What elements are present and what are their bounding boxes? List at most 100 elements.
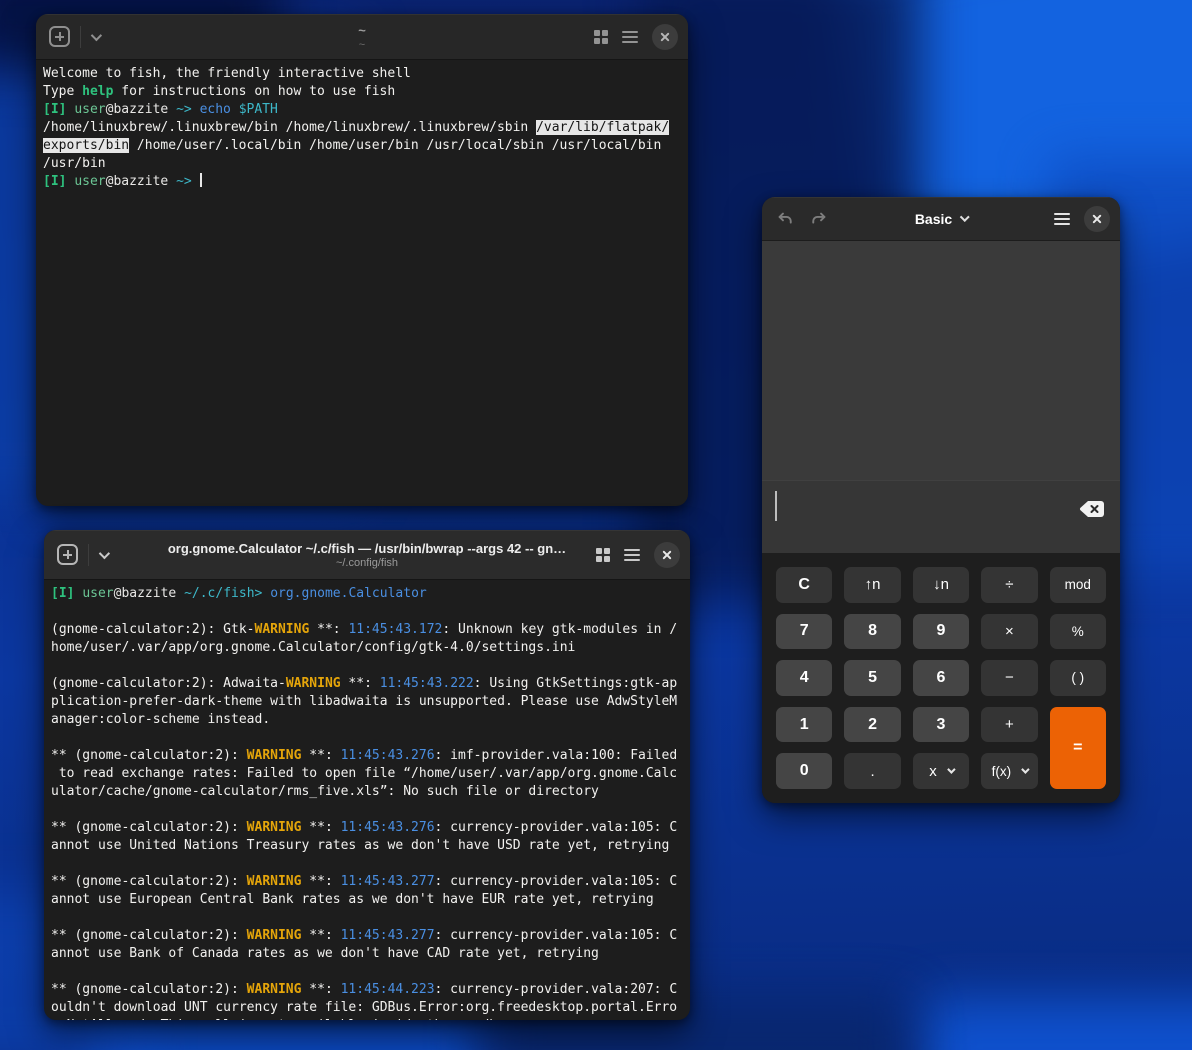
terminal-text-segment: 11:45:43.277: [341, 874, 435, 889]
key-label: 6: [937, 669, 946, 687]
button-multiply[interactable]: ×: [981, 614, 1037, 650]
menu-icon[interactable]: [1054, 213, 1070, 225]
header-separator: [88, 544, 89, 566]
key-label: 3: [937, 716, 946, 734]
terminal-text-segment: ~>: [176, 102, 192, 117]
key-label: ( ): [1071, 670, 1084, 685]
terminal-text-segment: WARNING: [247, 874, 302, 889]
mode-selector[interactable]: Basic: [915, 211, 967, 227]
backspace-icon[interactable]: [1079, 500, 1105, 518]
terminal-text-segment: : currency-provider.vala:105: C: [435, 928, 678, 943]
terminal-line: r NotAllowed: This call is not available…: [51, 1017, 684, 1020]
terminal-line: ** (gnome-calculator:2): WARNING **: 11:…: [51, 981, 684, 999]
terminal-text-segment: **:: [341, 676, 380, 691]
terminal-line: /home/linuxbrew/.linuxbrew/bin /home/lin…: [43, 119, 682, 137]
terminal-line: exports/bin /home/user/.local/bin /home/…: [43, 137, 682, 155]
close-button[interactable]: [652, 24, 678, 50]
terminal-text-segment: /home/linuxbrew/.linuxbrew/bin /home/lin…: [43, 120, 536, 135]
terminal-text-segment: /home/user/.local/bin /home/user/bin /us…: [129, 138, 661, 153]
calculator-entry[interactable]: [762, 480, 1120, 553]
button-subtract[interactable]: −: [981, 660, 1037, 696]
terminal-text-segment: : imf-provider.vala:100: Failed: [435, 748, 678, 763]
terminal-text-segment: ouldn't download UNT currency rate file:…: [51, 1000, 677, 1015]
button-divide[interactable]: ÷: [981, 567, 1037, 603]
button-8[interactable]: 8: [844, 614, 900, 650]
terminal-text-segment: : currency-provider.vala:105: C: [435, 874, 678, 889]
menu-icon[interactable]: [622, 31, 638, 43]
terminal-text-segment: [262, 586, 270, 601]
terminal-text-segment: WARNING: [247, 748, 302, 763]
button-1[interactable]: 1: [776, 707, 832, 743]
button-add[interactable]: +: [981, 707, 1037, 743]
chevron-down-icon[interactable]: [91, 29, 102, 40]
button-subscript[interactable]: ↓n: [913, 567, 969, 603]
button-equals[interactable]: =: [1050, 707, 1106, 789]
calculator-window: Basic C ↑n ↓n ÷ mod 789 ×% 45 6 − ( ) 12 3 + = 0. x f(x): [762, 197, 1120, 803]
terminal-text-segment: echo: [200, 102, 231, 117]
key-label: ↑n: [865, 576, 881, 593]
terminal-text-segment: $PATH: [239, 102, 278, 117]
button-3[interactable]: 3: [913, 707, 969, 743]
button-variable-x[interactable]: x: [913, 753, 969, 789]
terminal-line: annot use United Nations Treasury rates …: [51, 837, 684, 855]
terminal-text-segment: ** (gnome-calculator:2):: [51, 982, 247, 997]
button-function-fx[interactable]: f(x): [981, 753, 1037, 789]
terminal-bottom-screen[interactable]: [I] user@bazzite ~/.c/fish> org.gnome.Ca…: [44, 580, 690, 1020]
terminal-text-segment: **:: [301, 928, 340, 943]
chevron-down-icon[interactable]: [99, 547, 110, 558]
text-cursor: [775, 491, 777, 521]
menu-icon[interactable]: [624, 549, 640, 561]
terminal-text-segment: Welcome to fish, the friendly interactiv…: [43, 66, 411, 81]
terminal-line: (gnome-calculator:2): Gtk-WARNING **: 11…: [51, 621, 684, 639]
key-label: ↓n: [933, 576, 949, 593]
button-9[interactable]: 9: [913, 614, 969, 650]
close-button[interactable]: [1084, 206, 1110, 232]
terminal-text-segment: user: [74, 102, 105, 117]
terminal-text-segment: for instructions on how to use fish: [113, 84, 395, 99]
calculator-headerbar[interactable]: Basic: [762, 197, 1120, 241]
terminal-text-segment: : Unknown key gtk-modules in /: [442, 622, 677, 637]
terminal-text-segment: ** (gnome-calculator:2):: [51, 748, 247, 763]
button-2[interactable]: 2: [844, 707, 900, 743]
terminal-text-segment: **:: [309, 622, 348, 637]
terminal-line: anager:color-scheme instead.: [51, 711, 684, 729]
terminal-line: home/user/.var/app/org.gnome.Calculator/…: [51, 639, 684, 657]
close-button[interactable]: [654, 542, 680, 568]
terminal-top-screen[interactable]: Welcome to fish, the friendly interactiv…: [36, 60, 688, 191]
new-tab-button[interactable]: [49, 26, 70, 47]
button-percent[interactable]: %: [1050, 614, 1106, 650]
terminal-text-segment: [231, 102, 239, 117]
redo-icon[interactable]: [810, 210, 828, 228]
terminal-line: to read exchange rates: Failed to open f…: [51, 765, 684, 783]
terminal-top-headerbar[interactable]: ~ ~: [36, 14, 688, 60]
terminal-text-segment: r NotAllowed: This call is not available…: [51, 1018, 513, 1020]
terminal-line: [51, 657, 684, 675]
undo-icon[interactable]: [776, 210, 794, 228]
terminal-text-segment: **:: [301, 820, 340, 835]
terminal-text-segment: **:: [301, 874, 340, 889]
button-5[interactable]: 5: [844, 660, 900, 696]
button-4[interactable]: 4: [776, 660, 832, 696]
tab-overview-icon[interactable]: [594, 30, 608, 44]
button-clear[interactable]: C: [776, 567, 832, 603]
tab-overview-icon[interactable]: [596, 548, 610, 562]
button-superscript[interactable]: ↑n: [844, 567, 900, 603]
terminal-text-segment: [168, 102, 176, 117]
button-parentheses[interactable]: ( ): [1050, 660, 1106, 696]
terminal-line: ouldn't download UNT currency rate file:…: [51, 999, 684, 1017]
calculator-history-display: [762, 241, 1120, 480]
button-decimal[interactable]: .: [844, 753, 900, 789]
button-mod[interactable]: mod: [1050, 567, 1106, 603]
terminal-text-segment: WARNING: [255, 622, 310, 637]
button-7[interactable]: 7: [776, 614, 832, 650]
window-subtitle: ~/.config/fish: [168, 557, 566, 569]
button-0[interactable]: 0: [776, 753, 832, 789]
new-tab-button[interactable]: [57, 544, 78, 565]
chevron-down-icon: [960, 212, 970, 222]
terminal-text-segment: anager:color-scheme instead.: [51, 712, 270, 727]
terminal-window-top: ~ ~ Welcome to fish, the friendly intera…: [36, 14, 688, 506]
terminal-text-segment: ~>: [176, 174, 192, 189]
button-6[interactable]: 6: [913, 660, 969, 696]
terminal-text-segment: 11:45:43.276: [341, 820, 435, 835]
terminal-bottom-headerbar[interactable]: org.gnome.Calculator ~/.c/fish — /usr/bi…: [44, 530, 690, 580]
